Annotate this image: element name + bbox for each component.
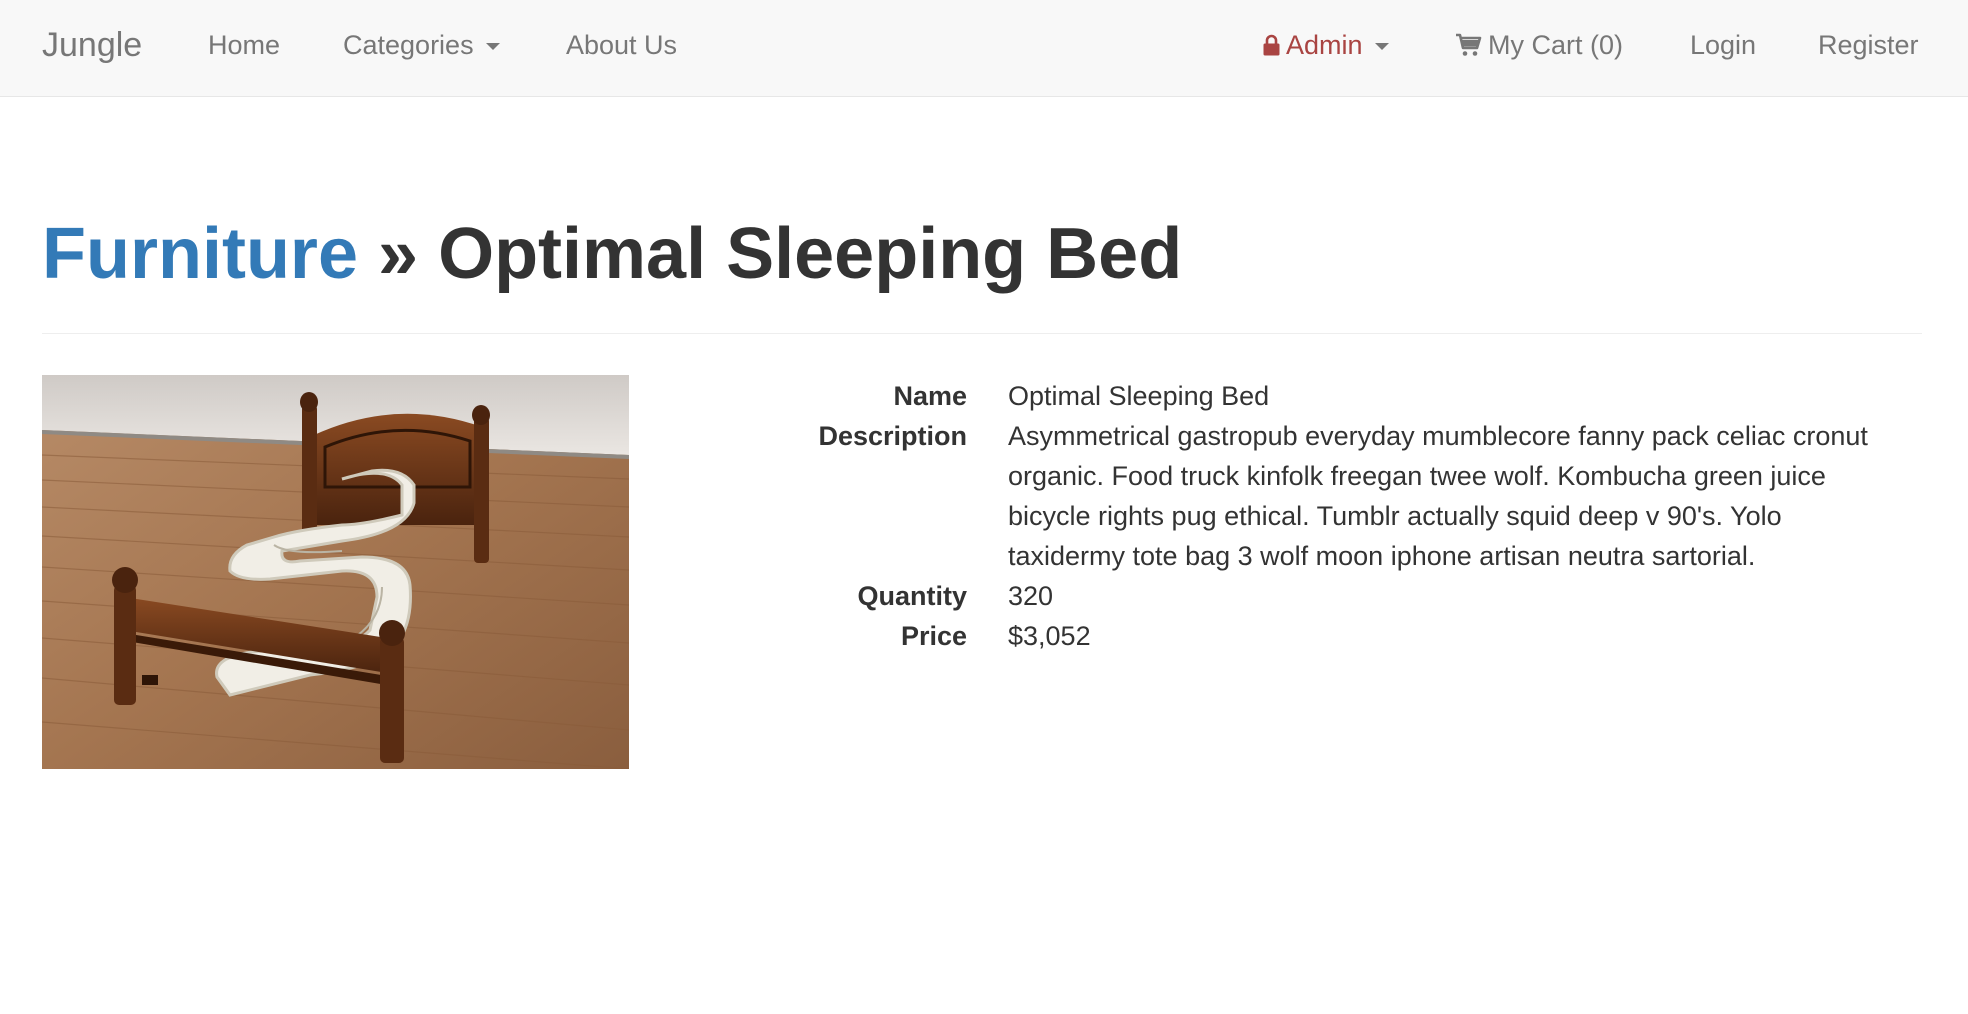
my-cart-link[interactable]: My Cart (0) — [1455, 0, 1623, 90]
page-title: Furniture » Optimal Sleeping Bed — [42, 212, 1922, 296]
price-label: Price — [900, 621, 967, 651]
nav-about-link[interactable]: About Us — [566, 0, 677, 90]
breadcrumb-separator: » — [378, 214, 419, 294]
category-breadcrumb-link[interactable]: Furniture — [42, 214, 358, 294]
nav-categories-dropdown[interactable]: Categories — [343, 0, 500, 90]
login-link[interactable]: Login — [1690, 0, 1756, 90]
register-link[interactable]: Register — [1818, 0, 1919, 90]
chevron-down-icon — [1374, 43, 1389, 51]
shopping-cart-icon — [1456, 33, 1482, 56]
detail-row-quantity: Quantity 320 — [640, 576, 1922, 616]
admin-label: Admin — [1286, 30, 1363, 60]
quantity-value: 320 — [1008, 581, 1054, 611]
price-value: $3,052 — [1008, 621, 1091, 651]
description-value: Asymmetrical gastropub everyday mumbleco… — [1008, 421, 1868, 571]
quantity-label: Quantity — [857, 581, 967, 611]
header-divider — [42, 333, 1922, 334]
product-title: Optimal Sleeping Bed — [438, 214, 1183, 294]
name-value: Optimal Sleeping Bed — [1008, 381, 1270, 411]
categories-label: Categories — [343, 30, 474, 60]
admin-dropdown[interactable]: Admin — [1263, 0, 1389, 90]
description-label: Description — [818, 421, 967, 451]
brand-link[interactable]: Jungle — [42, 0, 142, 90]
lock-icon — [1263, 34, 1280, 56]
detail-row-name: Name Optimal Sleeping Bed — [640, 376, 1922, 416]
name-label: Name — [893, 381, 967, 411]
cart-label: My Cart (0) — [1488, 30, 1623, 60]
nav-home-link[interactable]: Home — [208, 0, 280, 90]
detail-row-description: Description Asymmetrical gastropub every… — [640, 416, 1922, 576]
detail-row-price: Price $3,052 — [640, 616, 1922, 656]
chevron-down-icon — [485, 43, 500, 51]
product-image — [42, 375, 629, 769]
top-navbar: Jungle Home Categories About Us Admin My… — [0, 0, 1968, 97]
product-details: Name Optimal Sleeping Bed Description As… — [640, 376, 1922, 656]
